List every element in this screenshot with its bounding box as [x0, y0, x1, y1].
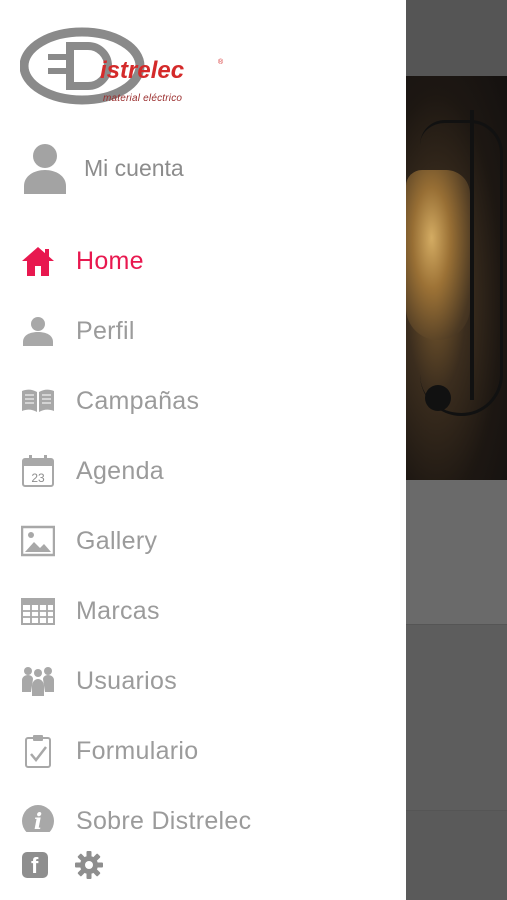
bulb-cage-wire [470, 110, 507, 400]
clipboard-check-icon [20, 733, 56, 769]
bulb-socket-graphic [425, 385, 451, 411]
account-label: Mi cuenta [84, 154, 184, 181]
background-content-section [406, 480, 507, 625]
menu-item-marcas[interactable]: Marcas [0, 576, 406, 646]
menu-item-label: Campañas [76, 386, 200, 415]
menu-item-label: Agenda [76, 456, 164, 485]
calendar-day-number: 23 [31, 471, 45, 485]
facebook-icon[interactable]: f [22, 852, 48, 878]
menu-item-campanas[interactable]: Campañas [0, 366, 406, 436]
calendar-icon: 23 [20, 453, 56, 489]
image-icon [20, 523, 56, 559]
menu-item-label: Gallery [76, 526, 158, 555]
person-icon [20, 313, 56, 349]
home-icon [20, 243, 56, 279]
table-icon [20, 593, 56, 629]
menu-item-label: Formulario [76, 736, 199, 765]
logo-tagline: material eléctrico [103, 93, 183, 104]
account-link[interactable]: Mi cuenta [22, 140, 382, 196]
menu-item-label: Home [76, 246, 144, 275]
navigation-drawer: istrelec ® material eléctrico Mi cuenta … [0, 0, 406, 900]
menu-item-label: Marcas [76, 596, 160, 625]
background-divider [406, 624, 507, 625]
book-icon [20, 383, 56, 419]
menu-item-usuarios[interactable]: Usuarios [0, 646, 406, 716]
menu-item-agenda[interactable]: 23 Agenda [0, 436, 406, 506]
settings-icon[interactable] [74, 850, 104, 880]
background-app-bar [406, 0, 507, 76]
drawer-menu: Home Perfil Campañas 23 Agenda Gallery M… [0, 226, 406, 856]
menu-item-formulario[interactable]: Formulario [0, 716, 406, 786]
menu-item-label: Perfil [76, 316, 135, 345]
menu-item-perfil[interactable]: Perfil [0, 296, 406, 366]
menu-item-label: Usuarios [76, 666, 178, 695]
users-icon [20, 663, 56, 699]
background-content-section [406, 811, 507, 900]
user-avatar-icon [24, 144, 66, 194]
drawer-footer: f [0, 832, 406, 900]
svg-text:®: ® [218, 58, 224, 66]
facebook-glyph: f [31, 853, 39, 878]
menu-item-home[interactable]: Home [0, 226, 406, 296]
svg-text:istrelec: istrelec [100, 57, 184, 84]
menu-item-gallery[interactable]: Gallery [0, 506, 406, 576]
